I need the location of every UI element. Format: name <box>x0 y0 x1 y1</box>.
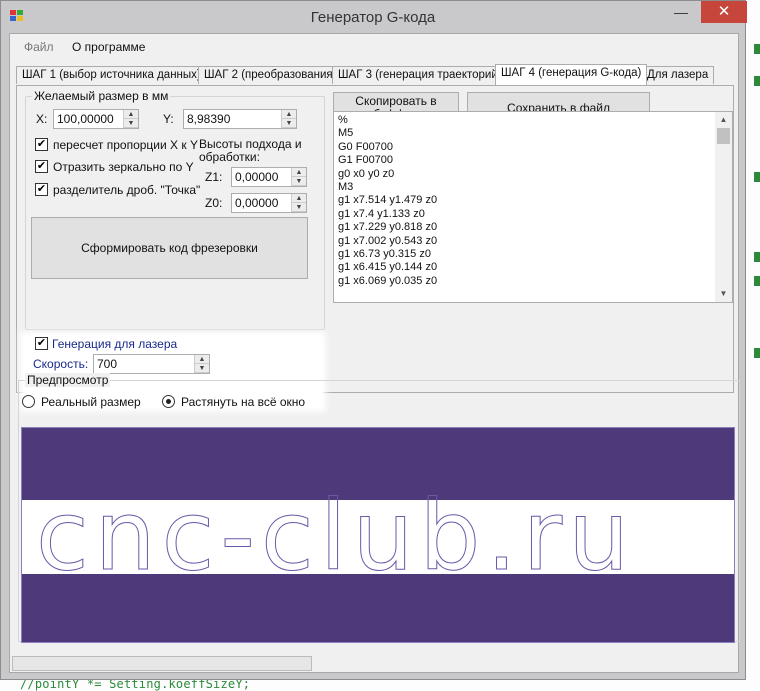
spin-down-icon[interactable]: ▼ <box>282 119 296 128</box>
speed-value: 700 <box>97 357 118 371</box>
y-label: Y: <box>163 112 174 126</box>
spin-down-icon[interactable]: ▼ <box>124 119 138 128</box>
z0-spinner[interactable]: ▲ ▼ <box>291 194 306 212</box>
background-edge-mark <box>754 76 760 86</box>
generate-code-button[interactable]: Сформировать код фрезеровки <box>31 217 308 279</box>
menu-bar: Файл О программе <box>10 34 738 58</box>
gcode-line: % <box>338 114 348 126</box>
menu-file[interactable]: Файл <box>24 40 54 54</box>
z1-spinner[interactable]: ▲ ▼ <box>291 168 306 186</box>
gcode-lines: % M5 G0 F00700 G1 F00700 g0 x0 y0 z0 M3 g1 x7.… <box>338 114 437 288</box>
tab-step3[interactable]: ШАГ 3 (генерация траекторий) <box>332 66 508 84</box>
mirror-y-label: Отразить зеркально по Y <box>53 160 194 174</box>
z1-input[interactable]: 0,00000 ▲ ▼ <box>231 167 307 187</box>
scroll-up-icon[interactable]: ▲ <box>715 112 732 128</box>
gcode-line: g1 x7.514 y1.479 z0 <box>338 194 438 207</box>
gcode-line: M5 <box>338 127 354 140</box>
preview-legend: Предпросмотр <box>25 373 111 387</box>
gcode-line: G1 F00700 <box>338 154 394 167</box>
status-bar <box>10 654 738 673</box>
gcode-line: g1 x6.415 y0.144 z0 <box>338 261 438 274</box>
gcode-line: g1 x6.069 y0.035 z0 <box>338 274 438 287</box>
spin-down-icon[interactable]: ▼ <box>292 177 306 186</box>
stretch-label: Растянуть на всё окно <box>181 395 306 409</box>
decimal-point-checkbox[interactable]: ✔ <box>35 183 48 196</box>
size-group-legend: Желаемый размер в мм <box>32 89 171 103</box>
size-group: Желаемый размер в мм <box>25 89 325 330</box>
speed-input[interactable]: 700 ▲ ▼ <box>93 354 210 374</box>
scroll-thumb[interactable] <box>717 128 730 144</box>
spin-up-icon[interactable]: ▲ <box>195 355 209 364</box>
gcode-textarea[interactable]: % M5 G0 F00700 G1 F00700 g0 x0 y0 z0 M3 g1 x7.… <box>333 111 733 303</box>
gcode-line: g0 x0 y0 z0 <box>338 167 395 180</box>
app-window: Генератор G-кода — □ ✕ Файл О программе … <box>0 0 747 680</box>
progress-bar <box>12 656 312 671</box>
z0-label: Z0: <box>205 196 223 210</box>
gcode-line: g1 x7.002 y0.543 z0 <box>338 234 438 247</box>
background-edge-mark <box>754 276 760 286</box>
gcode-line: M3 <box>338 181 354 194</box>
spin-up-icon[interactable]: ▲ <box>124 110 138 119</box>
stretch-radio[interactable] <box>162 395 175 408</box>
real-size-label: Реальный размер <box>41 395 141 409</box>
spin-up-icon[interactable]: ▲ <box>292 194 306 203</box>
speed-spinner[interactable]: ▲ ▼ <box>194 355 209 373</box>
scroll-down-icon[interactable]: ▼ <box>715 286 732 302</box>
y-size-value: 8,98390 <box>187 112 231 126</box>
tab-laser[interactable]: Для лазера <box>641 66 715 84</box>
tab-step2[interactable]: ШАГ 2 (преобразования) <box>198 66 343 84</box>
window-title: Генератор G-кода <box>310 9 436 26</box>
decimal-point-label: разделитель дроб. "Точка" <box>53 183 201 197</box>
spin-up-icon[interactable]: ▲ <box>282 110 296 119</box>
gcode-line: G0 F00700 <box>338 140 394 153</box>
menu-about[interactable]: О программе <box>72 40 145 54</box>
y-size-spinner[interactable]: ▲ ▼ <box>281 110 296 128</box>
z0-value: 0,00000 <box>235 196 279 210</box>
spin-down-icon[interactable]: ▼ <box>195 364 209 373</box>
real-size-radio[interactable] <box>22 395 35 408</box>
spin-down-icon[interactable]: ▼ <box>292 203 306 212</box>
recalc-proportions-checkbox[interactable]: ✔ <box>35 138 48 151</box>
background-edge-mark <box>754 172 760 182</box>
gcode-line: g1 x7.4 y1.133 z0 <box>338 207 425 220</box>
x-size-spinner[interactable]: ▲ ▼ <box>123 110 138 128</box>
minimize-button[interactable]: — <box>667 1 695 23</box>
tab-step1[interactable]: ШАГ 1 (выбор источника данных) <box>16 66 207 84</box>
tab-step4[interactable]: ШАГ 4 (генерация G-кода) <box>495 64 648 85</box>
background-edge-mark <box>754 44 760 54</box>
laser-generation-checkbox[interactable]: ✔ <box>35 337 48 350</box>
close-button[interactable]: ✕ <box>701 1 747 23</box>
x-label: X: <box>36 112 48 126</box>
z1-value: 0,00000 <box>235 170 279 184</box>
spin-up-icon[interactable]: ▲ <box>292 168 306 177</box>
speed-label: Скорость: <box>33 357 89 371</box>
recalc-proportions-label: пересчет пропорции X к Y <box>53 138 198 152</box>
x-size-input[interactable]: 100,00000 ▲ ▼ <box>53 109 139 129</box>
preview-text-svg: cnc-club.ru <box>36 480 635 593</box>
background-edge-mark <box>754 252 760 262</box>
y-size-input[interactable]: 8,98390 ▲ ▼ <box>183 109 297 129</box>
mirror-y-checkbox[interactable]: ✔ <box>35 160 48 173</box>
gcode-line: g1 x6.73 y0.315 z0 <box>338 248 431 261</box>
preview-text-outline: cnc-club.ru <box>36 480 635 592</box>
preview-canvas: cnc-club.ru <box>21 427 735 643</box>
z0-input[interactable]: 0,00000 ▲ ▼ <box>231 193 307 213</box>
background-edge-mark <box>754 348 760 358</box>
heights-label-line1: Высоты подхода и <box>199 137 302 151</box>
laser-generation-label: Генерация для лазера <box>52 337 178 351</box>
heights-label-line2: обработки: <box>199 150 260 164</box>
gcode-scrollbar[interactable]: ▲ ▼ <box>715 112 732 302</box>
title-bar: Генератор G-кода — □ ✕ <box>1 1 747 33</box>
z1-label: Z1: <box>205 170 223 184</box>
gcode-line: g1 x7.229 y0.818 z0 <box>338 221 438 234</box>
client-area: Файл О программе ШАГ 1 (выбор источника … <box>9 33 740 673</box>
x-size-value: 100,00000 <box>57 112 114 126</box>
